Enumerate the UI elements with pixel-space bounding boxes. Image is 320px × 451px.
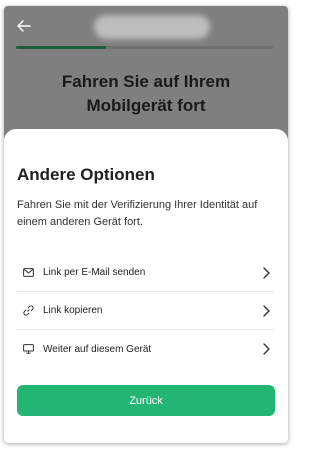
blurred-header-title	[94, 15, 210, 39]
option-copy-label: Link kopieren	[43, 305, 103, 316]
app-frame: Fahren Sie auf Ihrem Mobilgerät fort And…	[4, 6, 288, 443]
option-email-link[interactable]: Link per E-Mail senden	[17, 254, 274, 292]
link-icon	[21, 304, 35, 318]
options-list: Link per E-Mail senden Link kopieren Wei…	[17, 254, 274, 368]
option-copy-link[interactable]: Link kopieren	[17, 292, 274, 330]
chevron-right-icon	[260, 304, 272, 318]
option-continue-label: Weiter auf diesem Gerät	[43, 343, 152, 355]
chevron-right-icon	[260, 342, 272, 356]
sheet-title: Andere Optionen	[17, 165, 155, 184]
monitor-icon	[21, 342, 35, 356]
option-email-label: Link per E-Mail senden	[43, 267, 146, 278]
background-heading-line1: Fahren Sie auf Ihrem	[61, 72, 231, 91]
back-arrow-icon[interactable]	[16, 18, 36, 36]
background-heading-line2: Mobilgerät fort	[86, 96, 206, 115]
option-continue-this-device[interactable]: Weiter auf diesem Gerät	[17, 330, 274, 368]
chevron-right-icon	[260, 266, 272, 280]
progress-fill	[16, 46, 106, 49]
options-bottom-sheet: Andere Optionen Fahren Sie mit der Verif…	[4, 129, 288, 443]
progress-bar	[16, 46, 273, 49]
sheet-description: Fahren Sie mit der Verifizierung Ihrer I…	[17, 199, 258, 228]
back-button[interactable]: Zurück	[17, 385, 275, 416]
background-heading: Fahren Sie auf Ihrem Mobilgerät fort	[4, 70, 288, 118]
mail-icon	[21, 266, 35, 280]
